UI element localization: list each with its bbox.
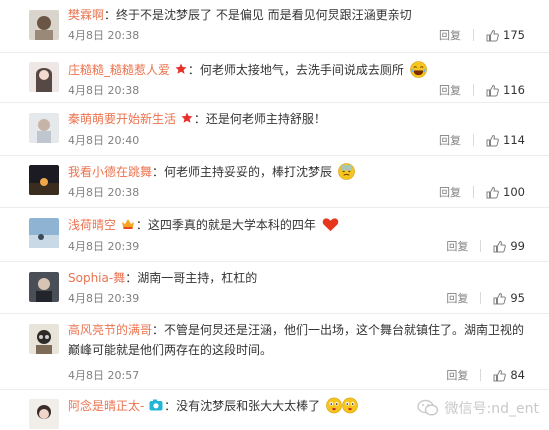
commenter-name[interactable]: 秦萌萌要开始新生活	[68, 112, 176, 126]
like-count: 116	[503, 83, 525, 97]
like-button[interactable]: 116	[486, 83, 525, 97]
like-count: 99	[510, 239, 525, 253]
comment-time: 4月8日 20:39	[68, 292, 140, 305]
like-button[interactable]: 84	[493, 368, 525, 382]
star-badge-icon	[175, 63, 187, 74]
star-badge-icon	[181, 112, 193, 123]
reply-button[interactable]: 回复	[439, 27, 461, 43]
wechat-watermark: 微信号:nd_ent	[416, 398, 539, 418]
avatar[interactable]	[29, 10, 59, 40]
commenter-name[interactable]: 樊霖啊	[68, 8, 104, 22]
comment-time: 4月8日 20:38	[68, 186, 140, 199]
reply-button[interactable]: 回复	[439, 184, 461, 200]
like-button[interactable]: 95	[493, 291, 525, 305]
commenter-name[interactable]: 高风亮节的满哥	[68, 323, 152, 337]
member-badge-icon	[121, 219, 134, 229]
avatar[interactable]	[29, 324, 59, 354]
like-button[interactable]: 114	[486, 133, 525, 147]
comment-text: ：还是何老师主持舒服！	[193, 112, 326, 126]
thumbs-up-icon	[493, 292, 507, 304]
avatar[interactable]	[29, 218, 59, 248]
watermark-text: 微信号:nd_ent	[444, 401, 539, 417]
commenter-name[interactable]: 我看小德在跳舞	[68, 165, 152, 179]
commenter-name[interactable]: 庄糙糙_糙糙惹人爱	[68, 63, 170, 77]
divider	[480, 369, 482, 381]
comment-text: ：终于不是沈梦辰了 不是偏见 而是看见何炅跟汪涵更亲切	[104, 8, 412, 22]
divider	[480, 292, 482, 304]
divider	[473, 186, 475, 198]
reply-button[interactable]: 回复	[446, 367, 468, 383]
comment-text: ：何老师太接地气，去洗手间说成去厕所	[187, 63, 404, 77]
laughing-emoji-icon	[409, 61, 427, 78]
like-count: 84	[510, 368, 525, 382]
thumbs-up-icon	[493, 240, 507, 252]
like-count: 114	[503, 133, 525, 147]
reply-button[interactable]: 回复	[439, 132, 461, 148]
commenter-name[interactable]: Sophia-舞	[68, 271, 125, 285]
thumbs-up-icon	[486, 186, 499, 198]
divider	[473, 84, 475, 96]
like-count: 175	[503, 28, 525, 42]
commenter-name[interactable]: 浅荷晴空	[68, 218, 116, 232]
sweat-emoji-icon	[338, 163, 355, 180]
divider	[480, 240, 482, 252]
heart-icon	[322, 218, 338, 232]
comment-item: 秦萌萌要开始新生活 ：还是何老师主持舒服！ 4月8日 20:40 回复 114	[0, 103, 549, 156]
divider	[473, 134, 475, 146]
like-button[interactable]: 99	[493, 239, 525, 253]
comment-time: 4月8日 20:39	[68, 240, 140, 253]
thumbs-up-icon	[486, 29, 499, 41]
wechat-icon	[416, 399, 438, 416]
comment-text: ：没有沈梦辰和张大大太棒了	[164, 399, 321, 413]
avatar[interactable]	[29, 113, 59, 143]
comment-item: 高风亮节的满哥：不管是何炅还是汪涵，他们一出场，这个舞台就镇住了。湖南卫视的巅峰…	[0, 314, 549, 390]
camera-badge-icon	[149, 399, 163, 411]
comment-list: 樊霖啊：终于不是沈梦辰了 不是偏见 而是看见何炅跟汪涵更亲切 4月8日 20:3…	[0, 0, 549, 430]
thumbs-up-icon	[493, 369, 507, 381]
comment-item: 樊霖啊：终于不是沈梦辰了 不是偏见 而是看见何炅跟汪涵更亲切 4月8日 20:3…	[0, 0, 549, 53]
avatar[interactable]	[29, 272, 59, 302]
comment-time: 4月8日 20:38	[68, 84, 140, 97]
comment-time: 4月8日 20:38	[68, 29, 140, 42]
like-button[interactable]: 175	[486, 28, 525, 42]
like-count: 95	[510, 291, 525, 305]
commenter-name[interactable]: 阿念是晴正太-	[68, 399, 144, 413]
comment-item: 庄糙糙_糙糙惹人爱 ：何老师太接地气，去洗手间说成去厕所 4月8日 20:38 …	[0, 53, 549, 103]
like-button[interactable]: 100	[486, 185, 525, 199]
avatar[interactable]	[29, 165, 59, 195]
reply-button[interactable]: 回复	[439, 82, 461, 98]
thumbs-up-icon	[486, 134, 499, 146]
reply-button[interactable]: 回复	[446, 290, 468, 306]
comment-item: Sophia-舞：湖南一哥主持，杠杠的 4月8日 20:39 回复 95	[0, 262, 549, 314]
comment-time: 4月8日 20:57	[68, 369, 140, 382]
comment-text: ：这四季真的就是大学本科的四年	[135, 218, 316, 232]
reply-button[interactable]: 回复	[446, 238, 468, 254]
wink-emoji-icon	[326, 397, 358, 414]
comment-text: ：湖南一哥主持，杠杠的	[125, 271, 258, 285]
avatar[interactable]	[29, 62, 59, 92]
comment-time: 4月8日 20:40	[68, 134, 140, 147]
comment-item: 浅荷晴空 ：这四季真的就是大学本科的四年 4月8日 20:39 回复 99	[0, 208, 549, 262]
comment-text: ：何老师主持妥妥的，棒打沈梦辰	[152, 165, 333, 179]
comment-item: 我看小德在跳舞：何老师主持妥妥的，棒打沈梦辰 4月8日 20:38 回复 100	[0, 156, 549, 208]
avatar[interactable]	[29, 399, 59, 429]
like-count: 100	[503, 185, 525, 199]
divider	[473, 29, 475, 41]
thumbs-up-icon	[486, 84, 499, 96]
